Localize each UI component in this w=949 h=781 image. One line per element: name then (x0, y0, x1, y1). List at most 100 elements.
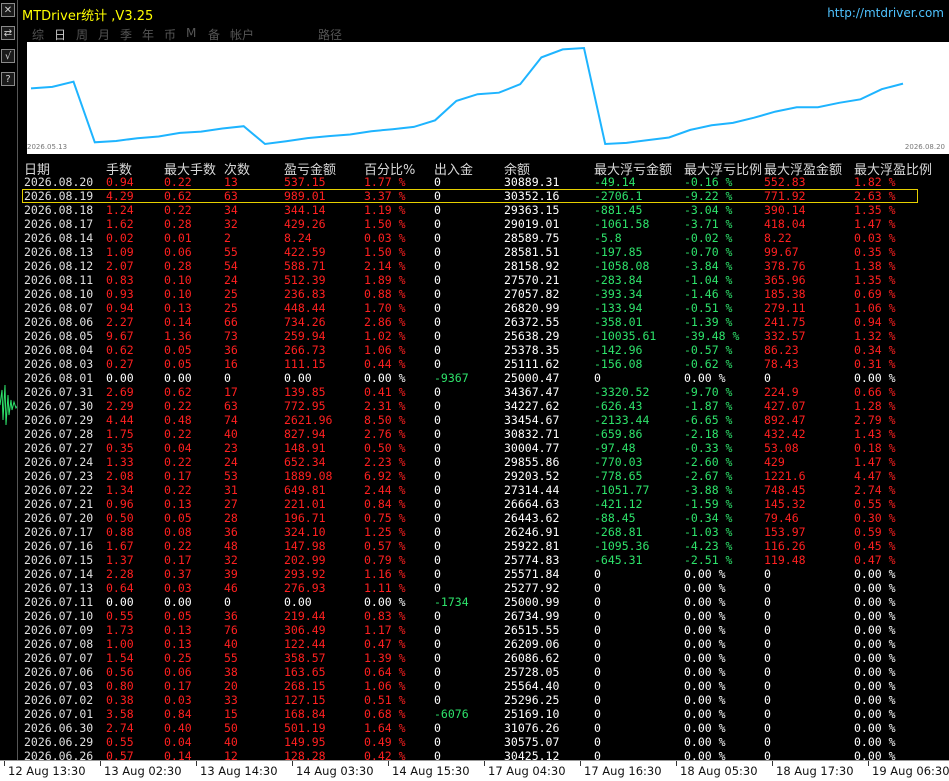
table-row[interactable]: 2026.08.03 0.27 0.05 16 111.15 0.44 % 0 25111.6… (18, 357, 949, 371)
table-cell: 0.00 % (854, 595, 896, 609)
table-row[interactable]: 2026.07.10 0.55 0.05 36 219.44 0.83 % 0 26734.9… (18, 609, 949, 623)
table-cell: 2026.07.29 (24, 413, 94, 427)
table-row[interactable]: 2026.07.16 1.67 0.22 48 147.98 0.57 % 0 25922.8… (18, 539, 949, 553)
table-row[interactable]: 2026.07.28 1.75 0.22 40 827.94 2.76 % 0 30832.7… (18, 427, 949, 441)
table-row[interactable]: 2026.07.06 0.56 0.06 38 163.65 0.64 % 0 25728.0… (18, 665, 949, 679)
help-icon[interactable]: ? (1, 72, 15, 86)
table-cell: 0.00 % (854, 651, 896, 665)
tab-0[interactable]: 综 (32, 26, 44, 43)
table-row[interactable]: 2026.07.31 2.69 0.62 17 139.85 0.41 % 0 34367.4… (18, 385, 949, 399)
table-row[interactable]: 2026.07.15 1.37 0.17 32 202.99 0.79 % 0 25774.8… (18, 553, 949, 567)
table-cell: 0 (434, 483, 441, 497)
table-cell: 0.80 (106, 679, 134, 693)
table-cell: -88.45 (594, 511, 636, 525)
table-cell: 99.67 (764, 245, 799, 259)
tab-8[interactable]: 备 (208, 26, 220, 43)
table-cell: 73 (224, 329, 238, 343)
tab-7[interactable]: M (186, 26, 196, 40)
table-cell: -268.81 (594, 525, 643, 539)
table-cell: 4.47 % (854, 469, 896, 483)
table-cell: 2.44 % (364, 483, 406, 497)
table-cell: 0 (434, 385, 441, 399)
table-row[interactable]: 2026.07.21 0.96 0.13 27 221.01 0.84 % 0 26664.6… (18, 497, 949, 511)
tab-1[interactable]: 日 (54, 26, 66, 43)
table-row[interactable]: 2026.07.07 1.54 0.25 55 358.57 1.39 % 0 26086.6… (18, 651, 949, 665)
table-row[interactable]: 2026.08.18 1.24 0.22 34 344.14 1.19 % 0 29363.1… (18, 203, 949, 217)
table-row[interactable]: 2026.07.27 0.35 0.04 23 148.91 0.50 % 0 30004.7… (18, 441, 949, 455)
table-row[interactable]: 2026.07.11 0.00 0.00 0 0.00 0.00 % -1734 25000.… (18, 595, 949, 609)
table-cell: 2026.08.18 (24, 203, 94, 217)
table-cell: -3320.52 (594, 385, 650, 399)
table-row[interactable]: 2026.07.30 2.29 0.22 63 772.95 2.31 % 0 34227.6… (18, 399, 949, 413)
table-cell: 418.04 (764, 217, 806, 231)
table-cell: 429 (764, 455, 785, 469)
table-row[interactable]: 2026.08.19 4.29 0.62 63 989.01 3.37 % 0 30352.1… (18, 189, 949, 203)
time-label: 17 Aug 16:30 (584, 764, 662, 778)
table-row[interactable]: 2026.08.13 1.09 0.06 55 422.59 1.50 % 0 28581.5… (18, 245, 949, 259)
time-label: 12 Aug 13:30 (8, 764, 86, 778)
table-row[interactable]: 2026.07.13 0.64 0.03 46 276.93 1.11 % 0 25277.9… (18, 581, 949, 595)
table-row[interactable]: 2026.08.10 0.93 0.10 25 236.83 0.88 % 0 27057.8… (18, 287, 949, 301)
table-cell: 0 (594, 679, 601, 693)
table-row[interactable]: 2026.07.17 0.88 0.08 36 324.10 1.25 % 0 26246.9… (18, 525, 949, 539)
website-link[interactable]: http://mtdriver.com (827, 6, 944, 20)
table-row[interactable]: 2026.08.07 0.94 0.13 25 448.44 1.70 % 0 26820.9… (18, 301, 949, 315)
table-cell: 2.28 (106, 567, 134, 581)
table-row[interactable]: 2026.07.24 1.33 0.22 24 652.34 2.23 % 0 29855.8… (18, 455, 949, 469)
table-row[interactable]: 2026.07.23 2.08 0.17 53 1889.08 6.92 % 0 29203.… (18, 469, 949, 483)
table-cell: 0.00 % (854, 609, 896, 623)
tab-11[interactable]: 路径 (318, 26, 342, 43)
table-row[interactable]: 2026.06.30 2.74 0.40 50 501.19 1.64 % 0 31076.2… (18, 721, 949, 735)
table-row[interactable]: 2026.08.01 0.00 0.00 0 0.00 0.00 % -9367 25000.… (18, 371, 949, 385)
table-row[interactable]: 2026.07.22 1.34 0.22 31 649.81 2.44 % 0 27314.4… (18, 483, 949, 497)
table-cell: -1.59 % (684, 497, 733, 511)
tab-9[interactable]: 帐户 (230, 26, 254, 43)
table-row[interactable]: 2026.07.20 0.50 0.05 28 196.71 0.75 % 0 26443.6… (18, 511, 949, 525)
tab-4[interactable]: 季 (120, 26, 132, 43)
tab-6[interactable]: 币 (164, 26, 176, 43)
table-cell: 147.98 (284, 539, 326, 553)
table-row[interactable]: 2026.07.03 0.80 0.17 20 268.15 1.06 % 0 25564.4… (18, 679, 949, 693)
table-cell: 20 (224, 679, 238, 693)
table-row[interactable]: 2026.06.26 0.57 0.14 12 128.28 0.42 % 0 30425.1… (18, 749, 949, 760)
table-row[interactable]: 2026.08.17 1.62 0.28 32 429.26 1.50 % 0 29019.0… (18, 217, 949, 231)
table-row[interactable]: 2026.08.11 0.83 0.10 24 512.39 1.89 % 0 27570.2… (18, 273, 949, 287)
table-cell: 0.05 (164, 609, 192, 623)
table-cell: 0 (594, 693, 601, 707)
table-row[interactable]: 2026.07.02 0.38 0.03 33 127.15 0.51 % 0 25296.2… (18, 693, 949, 707)
table-cell: 293.92 (284, 567, 326, 581)
table-row[interactable]: 2026.06.29 0.55 0.04 40 149.95 0.49 % 0 30575.0… (18, 735, 949, 749)
table-row[interactable]: 2026.08.14 0.02 0.01 2 8.24 0.03 % 0 28589.75 -5… (18, 231, 949, 245)
table-cell: 0.13 (164, 301, 192, 315)
close-icon[interactable]: ✕ (1, 3, 15, 17)
swap-icon[interactable]: ⇄ (1, 26, 15, 40)
table-cell: 2026.08.12 (24, 259, 94, 273)
table-cell: 0.83 (106, 273, 134, 287)
table-row[interactable]: 2026.07.08 1.00 0.13 40 122.44 0.47 % 0 26209.0… (18, 637, 949, 651)
tab-2[interactable]: 周 (76, 26, 88, 43)
table-cell: 0.02 (106, 231, 134, 245)
table-cell: 0 (594, 581, 601, 595)
balance-series (30, 46, 904, 146)
tab-5[interactable]: 年 (142, 26, 154, 43)
table-cell: 0 (434, 567, 441, 581)
table-cell: 0.17 (164, 679, 192, 693)
table-row[interactable]: 2026.08.04 0.62 0.05 36 266.73 1.06 % 0 25378.3… (18, 343, 949, 357)
table-row[interactable]: 2026.07.01 3.58 0.84 15 168.84 0.68 % -6076 251… (18, 707, 949, 721)
table-cell: 15 (224, 707, 238, 721)
table-cell: 0.04 (164, 735, 192, 749)
table-row[interactable]: 2026.07.14 2.28 0.37 39 293.92 1.16 % 0 25571.8… (18, 567, 949, 581)
table-cell: 0 (434, 329, 441, 343)
table-cell: 537.15 (284, 175, 326, 189)
table-cell: 0.49 % (364, 735, 406, 749)
table-row[interactable]: 2026.08.06 2.27 0.14 66 734.26 2.86 % 0 26372.5… (18, 315, 949, 329)
table-row[interactable]: 2026.08.12 2.07 0.28 54 588.71 2.14 % 0 28158.9… (18, 259, 949, 273)
table-row[interactable]: 2026.08.20 0.94 0.22 13 537.15 1.77 % 0 30889.3… (18, 175, 949, 189)
check-icon[interactable]: √ (1, 49, 15, 63)
tab-3[interactable]: 月 (98, 26, 110, 43)
table-cell: 0.84 (164, 707, 192, 721)
table-cell: -3.88 % (684, 483, 733, 497)
table-row[interactable]: 2026.07.29 4.44 0.48 74 2621.96 8.50 % 0 33454.… (18, 413, 949, 427)
table-row[interactable]: 2026.07.09 1.73 0.13 76 306.49 1.17 % 0 26515.5… (18, 623, 949, 637)
table-row[interactable]: 2026.08.05 9.67 1.36 73 259.94 1.02 % 0 25638.2… (18, 329, 949, 343)
